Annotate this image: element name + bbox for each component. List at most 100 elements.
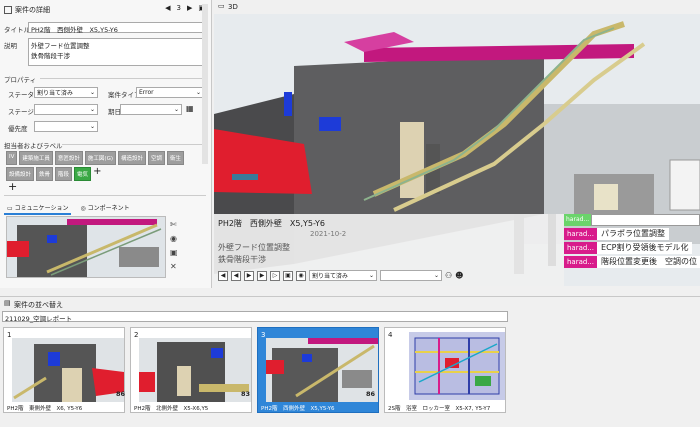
prev-arrow-icon[interactable]: ◀ bbox=[165, 4, 170, 12]
viewpoint-thumbnail[interactable] bbox=[6, 216, 166, 278]
viewport-header: ▭ 3D bbox=[214, 0, 700, 14]
panel-header: 案件の詳細 bbox=[4, 4, 50, 16]
user-icon[interactable]: ⚇ bbox=[445, 271, 452, 280]
card-thumbnail bbox=[139, 338, 251, 402]
tab-component[interactable]: ◎ コンポーネント bbox=[77, 202, 132, 215]
assignee-heading: 担当者およびラベル bbox=[4, 142, 63, 150]
last-icon[interactable]: ▶ bbox=[257, 270, 267, 281]
emoji-icon[interactable]: ☻ bbox=[455, 271, 463, 280]
image-icon[interactable]: ▣ bbox=[170, 248, 178, 257]
next-arrow-icon[interactable]: ▶ bbox=[187, 4, 192, 12]
assignee-tag[interactable]: 設備設計 bbox=[6, 167, 35, 181]
add-tag-button[interactable]: + bbox=[8, 180, 17, 193]
component-icon: ◎ bbox=[80, 205, 88, 212]
tab-communication-label: コミュニケーション bbox=[14, 205, 69, 212]
camera-icon[interactable]: ◉ bbox=[296, 270, 306, 281]
tab-communication[interactable]: ▭ コミュニケーション bbox=[4, 202, 72, 215]
assignee-tag[interactable]: 鉄骨 bbox=[36, 167, 54, 181]
comment-title: PH2階 西側外壁 X5,Y5-Y6 bbox=[218, 219, 325, 228]
viewpoint-thumbnail-image bbox=[7, 219, 162, 277]
card-badge: 86 bbox=[366, 390, 376, 398]
flag-top-user: harad... bbox=[564, 214, 592, 226]
view3d-icon: ▭ bbox=[218, 2, 225, 10]
card-caption: PH2階 西側外壁 X5,Y5-Y6 bbox=[261, 406, 335, 412]
sort-icon: ▤ bbox=[4, 299, 11, 307]
panel-title: 案件の詳細 bbox=[15, 6, 50, 14]
comment-toolbar: ◀ ◀ ▶ ▶ ▷ ▣ ◉ 割り当て済み ⌄ ⌄ ⚇ ☻ bbox=[218, 270, 464, 281]
flag-text: パラポラ位置調整 bbox=[597, 228, 670, 240]
chevron-down-icon: ⌄ bbox=[173, 106, 179, 113]
assignee-tag[interactable]: 意匠設計 bbox=[54, 151, 83, 165]
description-line: 鉄骨階段干渉 bbox=[31, 52, 70, 60]
assignee-tag[interactable]: 構造設計 bbox=[117, 151, 146, 165]
description-label: 説明 bbox=[4, 42, 17, 50]
priority-select[interactable]: ⌄ bbox=[34, 121, 98, 132]
scrollbar[interactable] bbox=[202, 4, 208, 164]
assignee-tag[interactable]: IV bbox=[6, 151, 18, 165]
flag-top-input[interactable] bbox=[591, 214, 700, 226]
play-icon[interactable]: ▷ bbox=[270, 270, 280, 281]
status-select[interactable]: 割り当て済み ⌄ bbox=[34, 87, 98, 98]
title-field[interactable]: PH2階 西側外壁 X5,Y5-Y6 bbox=[28, 22, 206, 34]
priority-label: 優先度 bbox=[8, 125, 28, 133]
comment-line: 外壁フード位置調整 bbox=[218, 243, 290, 252]
comment-status-select[interactable]: 割り当て済み ⌄ bbox=[309, 270, 377, 281]
divider bbox=[62, 144, 206, 145]
issue-card-selected[interactable]: 3 86 PH2階 西側外壁 X5,Y5-Y6 bbox=[257, 327, 379, 413]
comment-filter-select[interactable]: ⌄ bbox=[380, 270, 442, 281]
issue-card[interactable]: 4 2S階 浴室 ロッカー室 X5-X7, Y5-Y7 bbox=[384, 327, 506, 413]
3d-viewport[interactable]: PH2階 西側外壁 X5,Y5-Y6 2021-10-2 外壁フード位置調整 鉄… bbox=[214, 14, 700, 286]
divider bbox=[4, 195, 206, 196]
add-label-icon[interactable]: + bbox=[93, 167, 101, 181]
issue-card[interactable]: 2 83 PH2階 北側外壁 X5-X6,Y5 bbox=[130, 327, 252, 413]
first-icon[interactable]: ◀ bbox=[218, 270, 228, 281]
flag-text: 階段位置変更後 空調の位 bbox=[597, 256, 700, 268]
flag-item[interactable]: harad... ECP割り受領後モデル化 bbox=[564, 242, 693, 254]
title-label: タイトル bbox=[4, 26, 30, 34]
prev-icon[interactable]: ◀ bbox=[231, 270, 241, 281]
tab-bar: ▭ コミュニケーション ◎ コンポーネント bbox=[4, 202, 133, 215]
assignee-tag[interactable]: 建築施工員 bbox=[19, 151, 53, 165]
flag-item[interactable]: harad... パラポラ位置調整 bbox=[564, 228, 670, 240]
description-field[interactable]: 外壁フード位置調整 鉄骨階段干渉 bbox=[28, 38, 206, 66]
card-caption: PH2階 東側外壁 X6, Y5-Y6 bbox=[7, 406, 83, 412]
stage-select[interactable]: ⌄ bbox=[34, 104, 98, 115]
type-value: Error bbox=[139, 89, 154, 96]
flag-top[interactable]: harad... bbox=[564, 214, 700, 226]
comment-date: 2021-10-2 bbox=[310, 230, 347, 238]
assignee-tag[interactable]: 衛生 bbox=[167, 151, 185, 165]
tag-list: IV 建築施工員 意匠設計 施工図(G) 構造設計 空調 衛生設備設計 鉄骨 階段 電気 + bbox=[6, 151, 208, 181]
type-select[interactable]: Error ⌄ bbox=[136, 87, 204, 98]
thumbnail-tools: ✄ ◉ ▣ ✕ bbox=[170, 220, 178, 271]
assignee-tag[interactable]: 空調 bbox=[148, 151, 166, 165]
card-thumbnail bbox=[12, 338, 124, 402]
issue-sort-panel: ▤ 案件の並べ替え 211029_空調レポート 1 86 PH2階 東側外壁 X… bbox=[0, 296, 700, 427]
card-badge: 86 bbox=[116, 390, 126, 398]
assignee-tag[interactable]: 階段 bbox=[55, 167, 73, 181]
status-value: 割り当て済み bbox=[37, 90, 74, 97]
assignee-tag[interactable]: 施工図(G) bbox=[84, 151, 116, 165]
flag-item[interactable]: harad... 階段位置変更後 空調の位 bbox=[564, 256, 700, 268]
sort-panel-title: 案件の並べ替え bbox=[14, 301, 63, 309]
image-icon[interactable]: ▣ bbox=[283, 270, 293, 281]
report-name-field[interactable]: 211029_空調レポート bbox=[2, 311, 508, 323]
card-number: 1 bbox=[7, 331, 12, 339]
card-thumbnail bbox=[409, 332, 505, 400]
chevron-down-icon: ⌄ bbox=[89, 106, 95, 113]
due-date-field[interactable]: ⌄ bbox=[120, 104, 182, 115]
comment-scrollbar[interactable] bbox=[548, 214, 556, 266]
flag-user: harad... bbox=[564, 242, 598, 254]
close-icon[interactable]: ✕ bbox=[170, 262, 178, 271]
tool-icon[interactable]: ✄ bbox=[170, 220, 178, 229]
properties-heading: プロパティ bbox=[4, 76, 37, 84]
issue-card[interactable]: 1 86 PH2階 東側外壁 X6, Y5-Y6 bbox=[3, 327, 125, 413]
card-caption: PH2階 北側外壁 X5-X6,Y5 bbox=[134, 406, 209, 412]
comment-line: 鉄骨階段干渉 bbox=[218, 255, 266, 264]
chevron-down-icon: ⌄ bbox=[368, 272, 374, 279]
tab-component-label: コンポーネント bbox=[87, 205, 130, 212]
card-badge: 83 bbox=[241, 390, 251, 398]
assignee-tag[interactable]: 電気 bbox=[74, 167, 92, 181]
calendar-icon[interactable]: ▦ bbox=[186, 104, 194, 113]
next-icon[interactable]: ▶ bbox=[244, 270, 254, 281]
eye-icon[interactable]: ◉ bbox=[170, 234, 178, 243]
